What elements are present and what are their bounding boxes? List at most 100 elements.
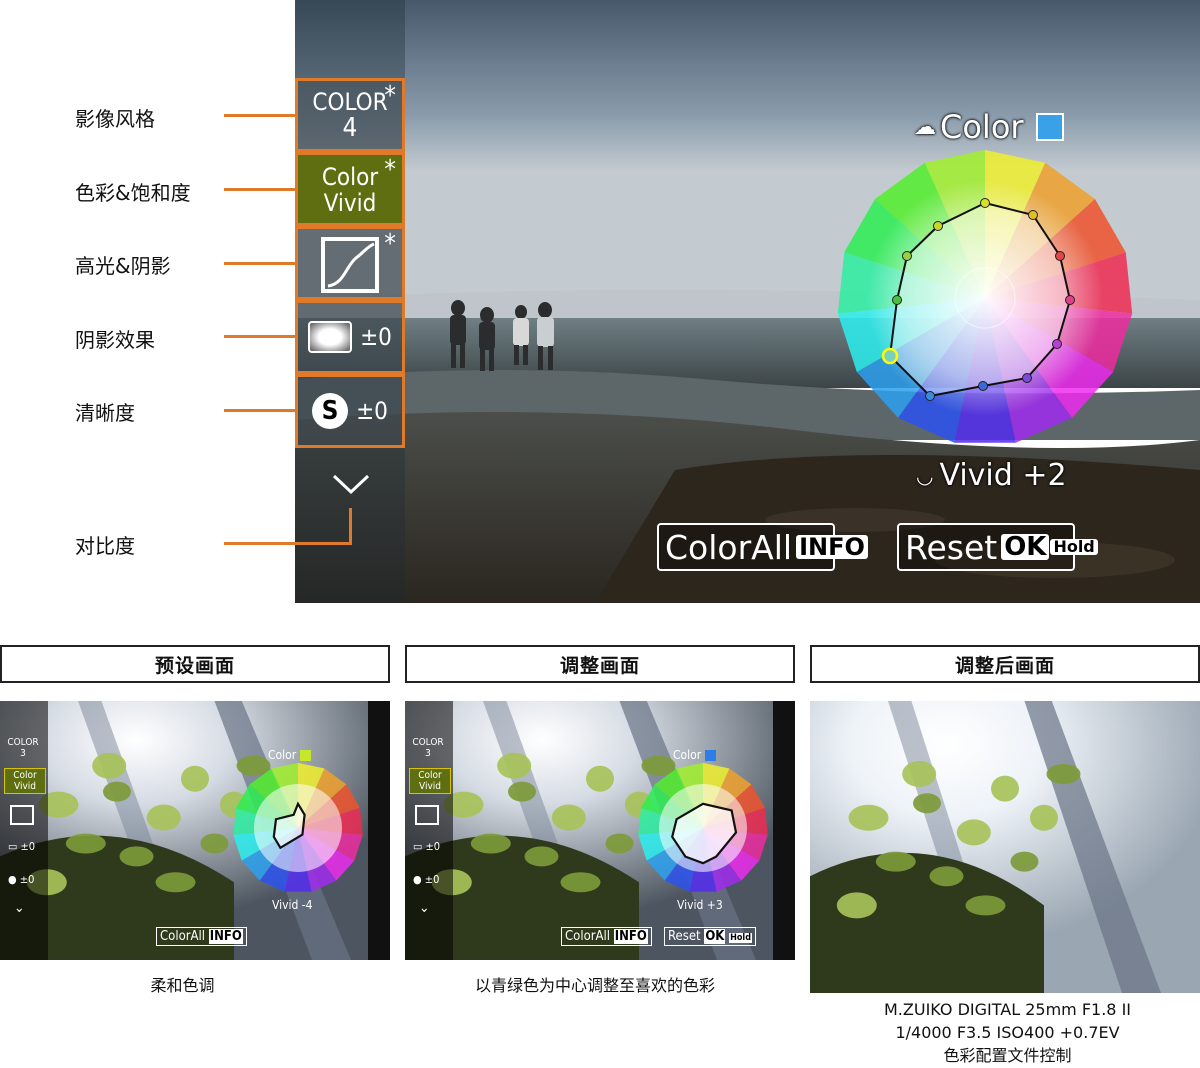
leaf (470, 833, 511, 854)
chevron-down-icon[interactable] (330, 470, 372, 498)
mini-info-key: INFO (208, 929, 243, 944)
leaf (836, 892, 877, 919)
leaf (146, 804, 181, 831)
leader-line (224, 409, 297, 412)
mini-color-swatch (299, 750, 311, 761)
leaf (497, 752, 532, 779)
leader-line (224, 262, 297, 265)
color-all-button[interactable]: ColorAll INFO (657, 523, 868, 571)
mini-tone-curve-icon (415, 805, 439, 825)
color-label: Color (940, 108, 1024, 146)
panel-header-result: 调整后画面 (810, 645, 1200, 683)
hue-adjust-point[interactable] (1028, 210, 1038, 220)
caption-adjust: 以青绿色为中心调整至喜欢的色彩 (474, 976, 715, 995)
leaf (1010, 851, 1039, 872)
mini-chevron-down-icon: ⌄ (419, 900, 430, 916)
leader-line (224, 542, 352, 545)
hue-adjust-point[interactable] (980, 198, 990, 208)
mini-menu-line: Vivid (419, 781, 441, 792)
shading-item[interactable]: ±0 (295, 300, 405, 374)
hue-adjust-point[interactable] (933, 221, 943, 231)
leaf (200, 833, 229, 854)
clarity-value: ±0 (356, 397, 388, 425)
color-vivid-line2: Vivid (323, 189, 377, 217)
leaf (875, 851, 916, 872)
ok-key-icon: OK (1001, 534, 1050, 560)
panel-title: 预设画面 (154, 654, 235, 677)
reset-label: Reset (905, 527, 998, 567)
mini-color-label: Color (673, 748, 702, 762)
leaf (508, 781, 536, 802)
leaf (103, 781, 131, 802)
mini-color-heading: Color (673, 748, 716, 762)
mini-reset-button: Reset OK Hold (664, 927, 756, 946)
color-vivid-item[interactable]: Color Vivid * (295, 152, 405, 226)
leader-line (224, 114, 297, 117)
mini-picture-mode: COLOR 3 (4, 737, 42, 759)
mini-color-all-label: ColorAll (565, 929, 611, 944)
mini-chevron-down-icon: ⌄ (14, 900, 25, 916)
mini-reset-label: Reset (668, 929, 701, 944)
mini-picture-mode: COLOR 3 (409, 737, 447, 759)
mini-menu-line: COLOR (7, 737, 39, 748)
mini-info-key: INFO (613, 929, 648, 944)
mini-hold-key: Hold (729, 933, 752, 943)
leaf (991, 775, 1019, 802)
leaf (524, 846, 559, 867)
mini-color-all-button: ColorAll INFO (561, 927, 652, 946)
color-wheel[interactable] (835, 148, 1135, 448)
leaf (913, 793, 941, 814)
leaf (92, 752, 127, 779)
hue-adjust-point[interactable] (1065, 295, 1075, 305)
color-swatch (1035, 113, 1064, 141)
panel-header-preset: 预设画面 (0, 645, 390, 683)
result-photo (810, 701, 1200, 993)
leaf (902, 761, 937, 787)
lens-info: M.ZUIKO DIGITAL 25mm F1.8 II (884, 1000, 1131, 1019)
panel-title: 调整后画面 (954, 654, 1055, 677)
label-picture-mode: 影像风格 (75, 107, 155, 131)
mini-ok-key: OK (704, 929, 726, 944)
hue-adjust-point[interactable] (925, 391, 935, 401)
caption-preset: 柔和色调 (150, 976, 215, 995)
hue-adjust-point[interactable] (902, 251, 912, 261)
hue-adjust-point[interactable] (1022, 373, 1032, 383)
mini-color-swatch (704, 750, 716, 761)
shading-value: ±0 (360, 323, 392, 351)
modified-asterisk: * (384, 155, 396, 185)
leaf (181, 765, 209, 792)
mini-vivid-label: Vivid -4 (272, 898, 313, 912)
clarity-icon: S (312, 393, 349, 429)
mini-color-label: Color (268, 748, 297, 762)
hold-key-icon: Hold (1050, 539, 1098, 555)
caption-result: M.ZUIKO DIGITAL 25mm F1.8 II 1/4000 F3.5… (810, 998, 1200, 1067)
label-shading: 阴影效果 (75, 328, 155, 352)
mini-color-vivid: Color Vivid (409, 768, 451, 794)
leaf (1030, 804, 1058, 831)
leaf (586, 765, 614, 792)
leaf (848, 804, 889, 831)
reset-button[interactable]: Reset OK Hold (897, 523, 1098, 571)
hue-adjust-point[interactable] (1055, 251, 1065, 261)
mini-vivid-label: Vivid +3 (677, 898, 723, 912)
mini-color-all-button: ColorAll INFO (156, 927, 247, 946)
leaf (65, 833, 106, 854)
picture-mode-item[interactable]: COLOR 4 * (295, 78, 405, 152)
leaf (119, 846, 154, 867)
hue-adjust-point[interactable] (892, 295, 902, 305)
clarity-item[interactable]: S ±0 (295, 374, 405, 448)
label-clarity: 清晰度 (75, 401, 135, 425)
mini-menu-line: Vivid (14, 781, 36, 792)
mini-color-all-label: ColorAll (160, 929, 206, 944)
highlight-shadow-item[interactable]: * (295, 226, 405, 300)
mini-menu-line: 3 (425, 748, 431, 759)
mini-menu-line: COLOR (412, 737, 444, 748)
mini-clarity-value: ±0 (424, 873, 440, 886)
camera-screen-preview (295, 0, 1200, 603)
hue-adjust-point[interactable] (1052, 339, 1062, 349)
vivid-icon: ◡ (916, 463, 934, 488)
label-highlight-shadow: 高光&阴影 (75, 254, 171, 278)
panel-header-adjust: 调整画面 (405, 645, 795, 683)
hue-adjust-point[interactable] (881, 347, 899, 365)
hue-adjust-point[interactable] (978, 381, 988, 391)
